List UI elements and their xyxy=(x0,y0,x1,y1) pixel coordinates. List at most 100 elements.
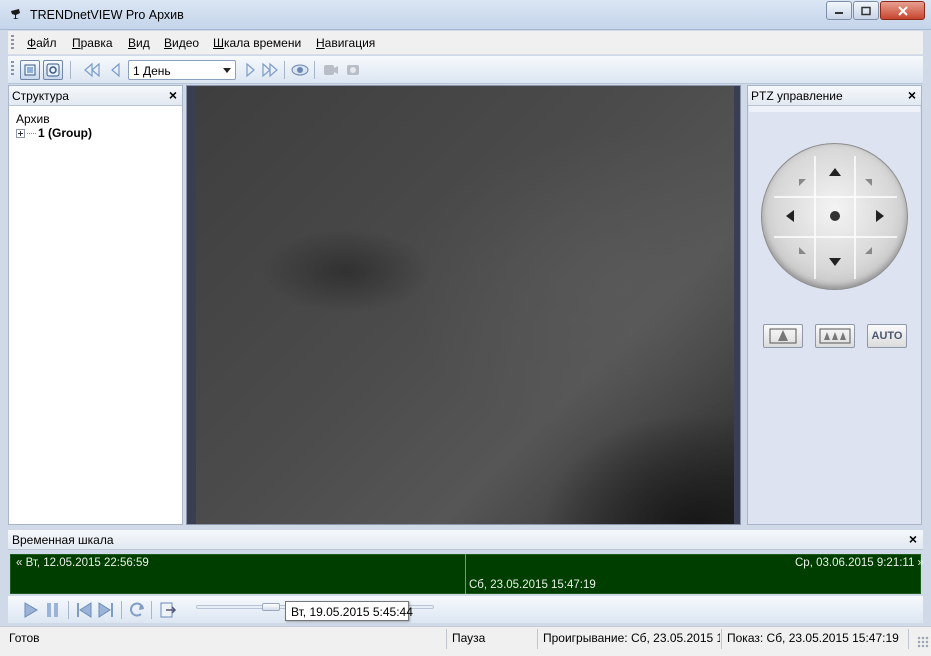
pause-button[interactable] xyxy=(43,600,63,620)
zoom-in-button[interactable] xyxy=(763,324,803,348)
close-window-button[interactable] xyxy=(880,1,925,20)
status-playing: Проигрывание: Сб, 23.05.2015 15:47:19 xyxy=(543,631,720,645)
zoom-out-button[interactable] xyxy=(815,324,855,348)
expand-plus-icon[interactable] xyxy=(16,128,25,138)
pan-down-right-icon xyxy=(865,247,872,254)
double-right-arrow-icon xyxy=(262,62,278,78)
close-icon xyxy=(897,5,908,16)
pan-down-icon xyxy=(829,258,841,266)
layout-single-button[interactable] xyxy=(20,60,40,80)
status-ready: Готов xyxy=(9,631,40,645)
rewind-fast-button[interactable] xyxy=(82,60,102,80)
status-bar: Готов Пауза Проигрывание: Сб, 23.05.2015… xyxy=(0,626,931,656)
ptz-center-icon xyxy=(830,211,840,221)
zoom-tele-icon xyxy=(769,328,797,344)
eye-icon xyxy=(291,64,309,76)
status-showing: Показ: Сб, 23.05.2015 15:47:19 xyxy=(727,631,899,645)
chevron-down-icon xyxy=(223,68,231,73)
left-arrow-icon xyxy=(111,62,120,78)
timeline-tooltip: Вт, 19.05.2015 5:45:44 xyxy=(285,601,413,621)
camera-app-icon xyxy=(11,9,20,19)
zoom-wide-icon xyxy=(819,328,851,344)
maximize-icon xyxy=(861,6,871,15)
timeline-close-button[interactable]: × xyxy=(909,532,917,546)
period-select[interactable]: 1 День xyxy=(128,60,236,80)
timeline-cursor[interactable] xyxy=(465,554,466,594)
ptz-panel-title: PTZ управление xyxy=(751,89,843,103)
timeline-current: Сб, 23.05.2015 15:47:19 xyxy=(469,579,596,591)
snapshot-button[interactable] xyxy=(343,60,363,80)
pan-right-icon xyxy=(876,210,884,222)
pause-icon xyxy=(47,603,58,617)
layout-camera-button[interactable] xyxy=(43,60,63,80)
auto-button[interactable]: AUTO xyxy=(867,324,907,348)
timeline-end[interactable]: Ср, 03.06.2015 9:21:11 » xyxy=(795,557,924,569)
pan-left-icon xyxy=(786,210,794,222)
menu-file[interactable]: Файл xyxy=(27,36,57,50)
window-title: TRENDnetVIEW Pro Архив xyxy=(30,8,184,22)
sync-button[interactable] xyxy=(290,60,310,80)
status-pause: Пауза xyxy=(452,631,486,645)
status-divider xyxy=(721,629,722,649)
playback-controls xyxy=(8,596,923,623)
speed-slider-thumb[interactable] xyxy=(262,603,280,611)
menu-timeline[interactable]: Шкала времени xyxy=(213,36,301,50)
tree-node-group[interactable]: 1 (Group) xyxy=(16,126,92,140)
double-left-arrow-icon xyxy=(84,62,100,78)
maximize-button[interactable] xyxy=(853,1,879,20)
minimize-icon xyxy=(835,11,843,14)
record-button[interactable] xyxy=(321,60,341,80)
status-divider xyxy=(537,629,538,649)
window-title-bar: TRENDnetVIEW Pro Архив xyxy=(0,0,931,30)
ptz-panel-header: PTZ управление × xyxy=(748,86,921,106)
tree-node-label: 1 (Group) xyxy=(38,126,92,140)
record-icon xyxy=(324,65,338,75)
refresh-button[interactable] xyxy=(127,600,147,620)
skip-end-icon xyxy=(98,602,113,618)
video-viewport[interactable] xyxy=(196,86,734,524)
timeline-header: Временная шкала × xyxy=(8,530,923,550)
pan-up-left-icon xyxy=(799,179,806,186)
forward-fast-button[interactable] xyxy=(260,60,280,80)
refresh-icon xyxy=(130,602,144,617)
step-forward-button[interactable] xyxy=(240,60,260,80)
toolbar-separator xyxy=(284,61,285,79)
export-icon xyxy=(160,602,177,618)
skip-start-icon xyxy=(77,602,92,618)
toolbar-grip xyxy=(11,61,14,77)
menu-edit[interactable]: Правка xyxy=(72,36,113,50)
structure-close-button[interactable]: × xyxy=(169,88,177,102)
timeline-title: Временная шкала xyxy=(12,533,114,547)
timeline-start[interactable]: « Вт, 12.05.2015 22:56:59 xyxy=(16,557,149,569)
menu-bar: Файл Правка Вид Видео Шкала времени Нави… xyxy=(8,31,923,55)
toolbar-separator xyxy=(70,61,71,79)
play-icon xyxy=(24,602,38,618)
menu-navigation[interactable]: Навигация xyxy=(316,36,375,50)
minimize-button[interactable] xyxy=(826,1,852,20)
resize-grip-icon[interactable] xyxy=(917,636,929,648)
camera-view-icon xyxy=(46,63,60,77)
ptz-joystick[interactable] xyxy=(761,143,908,290)
pan-up-right-icon xyxy=(865,179,872,186)
tree-root-archive[interactable]: Архив xyxy=(16,112,50,126)
controls-separator xyxy=(151,601,152,619)
pan-down-left-icon xyxy=(799,247,806,254)
ptz-close-button[interactable]: × xyxy=(908,88,916,102)
toolbar-separator xyxy=(314,61,315,79)
ptz-joystick-graphic xyxy=(774,156,897,279)
structure-panel-header: Структура × xyxy=(9,86,182,106)
status-divider xyxy=(446,629,447,649)
single-view-icon xyxy=(24,64,36,76)
right-arrow-icon xyxy=(246,62,255,78)
period-select-value: 1 День xyxy=(133,64,171,78)
go-end-button[interactable] xyxy=(96,600,116,620)
menu-grip xyxy=(11,35,14,51)
menu-view[interactable]: Вид xyxy=(128,36,150,50)
menu-video[interactable]: Видео xyxy=(164,36,199,50)
export-button[interactable] xyxy=(158,600,178,620)
step-back-button[interactable] xyxy=(106,60,126,80)
structure-panel xyxy=(8,85,183,525)
pan-up-icon xyxy=(829,168,841,176)
play-button[interactable] xyxy=(20,600,40,620)
go-start-button[interactable] xyxy=(74,600,94,620)
